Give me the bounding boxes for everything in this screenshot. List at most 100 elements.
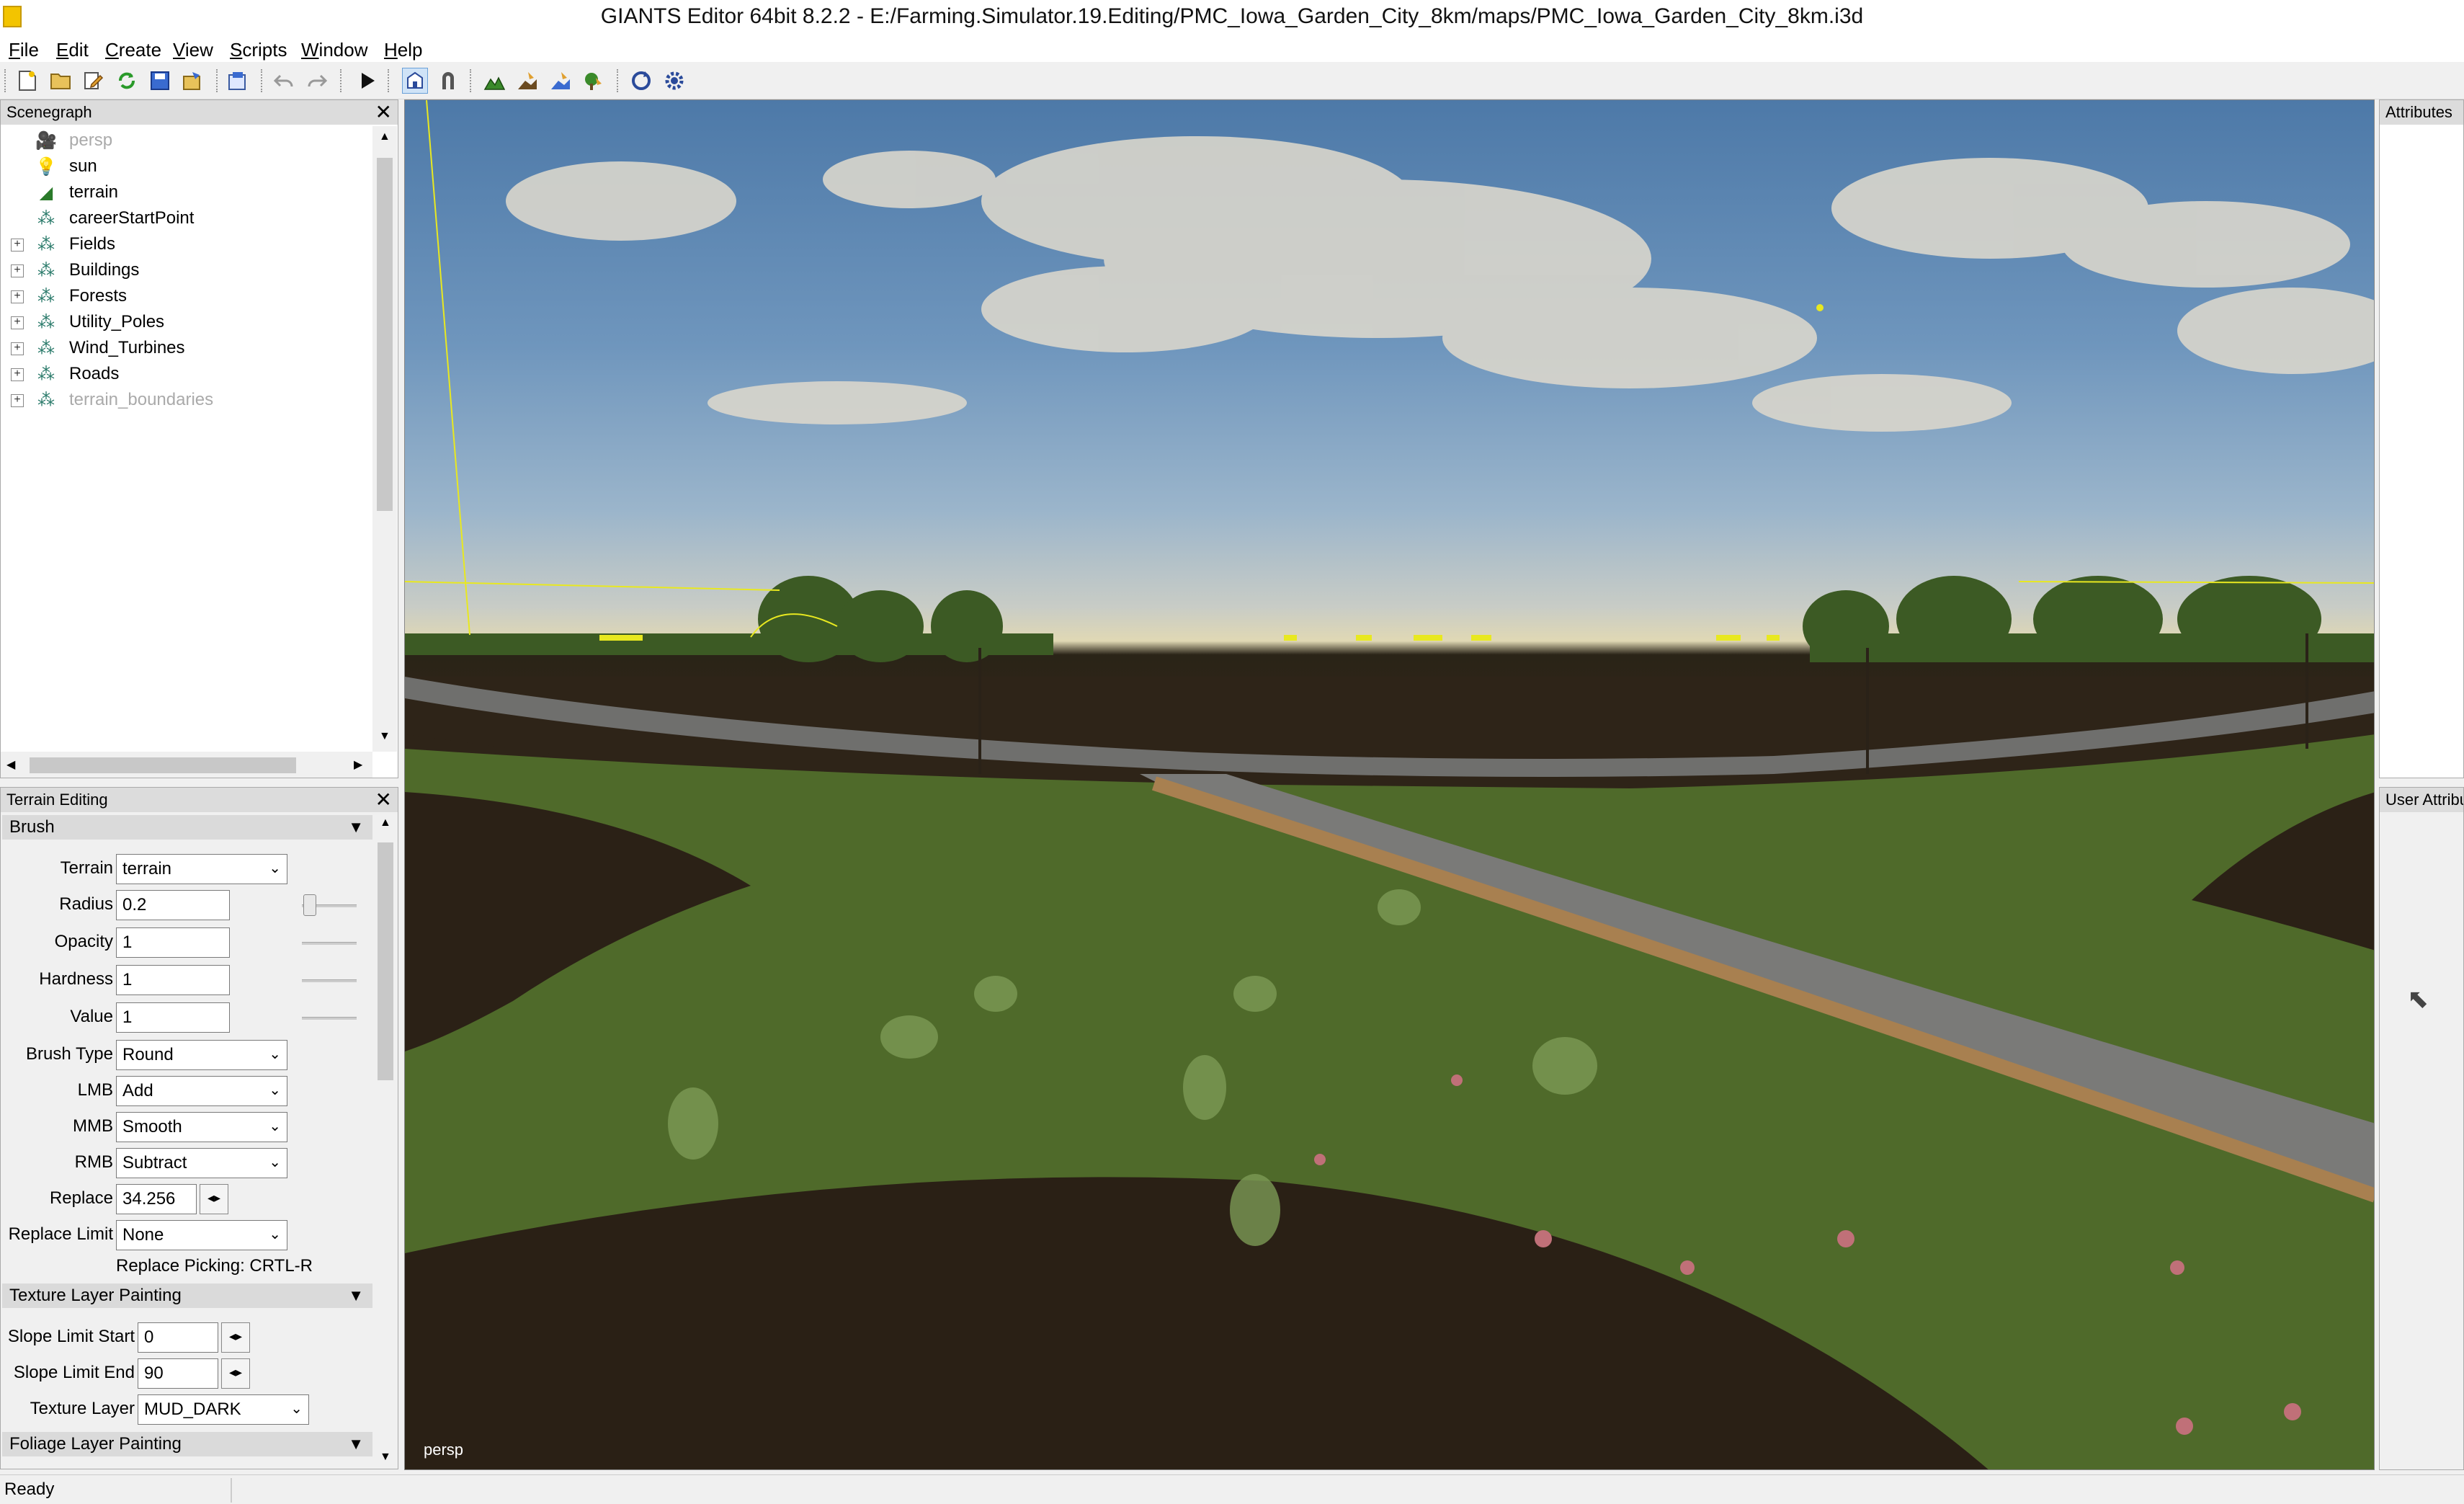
tree-paint-icon[interactable] (581, 68, 607, 94)
scroll-left-icon[interactable]: ◀ (6, 757, 15, 772)
scenegraph-node[interactable]: 💡 sun (1, 153, 368, 179)
replace-stepper[interactable]: ◂▸ (200, 1184, 228, 1214)
scenegraph-node[interactable]: + ⁂ terrain_boundaries (1, 387, 368, 413)
menu-edit[interactable]: Edit (56, 39, 89, 61)
scenegraph-hscrollbar[interactable]: ◀ ▶ (1, 752, 372, 778)
scenegraph-node[interactable]: + ⁂ Fields (1, 231, 368, 257)
menu-help[interactable]: Help (384, 39, 422, 61)
texture-layer-select[interactable]: MUD_DARK ⌄ (138, 1394, 309, 1425)
slope-end-stepper[interactable]: ◂▸ (221, 1358, 250, 1389)
scenegraph-node[interactable]: + ⁂ Wind_Turbines (1, 335, 368, 361)
scroll-right-icon[interactable]: ▶ (354, 757, 362, 772)
slope-limit-end-input[interactable]: 90 (138, 1358, 218, 1389)
terrain-icon: ◢ (39, 182, 53, 203)
chevron-down-icon: ⌄ (269, 1154, 281, 1170)
save-icon[interactable] (147, 68, 173, 94)
replace-limit-select[interactable]: None ⌄ (116, 1220, 287, 1250)
value-slider[interactable] (302, 1017, 357, 1020)
mmb-select[interactable]: Smooth ⌄ (116, 1112, 287, 1142)
scrollbar-thumb[interactable] (377, 158, 393, 511)
scroll-down-icon[interactable]: ▼ (379, 730, 390, 743)
brush-type-select[interactable]: Round ⌄ (116, 1040, 287, 1070)
menu-scripts[interactable]: Scripts (230, 39, 287, 61)
redo-icon[interactable] (304, 68, 330, 94)
foliage-section-header[interactable]: Foliage Layer Painting ▼ (2, 1432, 372, 1456)
value-input[interactable]: 1 (116, 1002, 230, 1033)
slope-start-stepper[interactable]: ◂▸ (221, 1322, 250, 1353)
lmb-label: LMB (77, 1080, 113, 1100)
slope-limit-end-label: Slope Limit End (13, 1363, 135, 1382)
slope-limit-start-input[interactable]: 0 (138, 1322, 218, 1353)
expand-node-icon[interactable]: + (11, 316, 24, 329)
scenegraph-vscrollbar[interactable]: ▲ ▼ (372, 126, 397, 752)
transform-group-icon: ⁂ (37, 208, 55, 228)
scenegraph-node[interactable]: + ⁂ Utility_Poles (1, 309, 368, 335)
radius-slider-handle[interactable] (303, 894, 316, 916)
expand-node-icon[interactable]: + (11, 368, 24, 381)
magnet-icon[interactable] (435, 68, 461, 94)
expand-node-icon[interactable]: + (11, 394, 24, 407)
scenegraph-node[interactable]: 🎥 persp (1, 128, 368, 153)
collapse-arrow-icon[interactable]: ▼ (348, 818, 364, 837)
scenegraph-node[interactable]: + ⁂ Roads (1, 361, 368, 387)
reload-icon[interactable] (114, 68, 140, 94)
expand-node-icon[interactable]: + (11, 239, 24, 252)
terrain-panel-vscrollbar[interactable]: ▲ ▼ (374, 814, 397, 1468)
chevron-down-icon: ⌄ (269, 1046, 281, 1062)
scroll-up-icon[interactable]: ▲ (380, 816, 391, 829)
rmb-select[interactable]: Subtract ⌄ (116, 1148, 287, 1178)
collapse-arrow-icon[interactable]: ▼ (348, 1286, 364, 1305)
attributes-title: Attributes (2385, 103, 2452, 121)
menu-window[interactable]: Window (301, 39, 367, 61)
export-icon[interactable] (180, 68, 206, 94)
texture-layer-label: Texture Layer (30, 1399, 135, 1418)
play-icon[interactable] (354, 68, 380, 94)
status-separator (231, 1478, 232, 1503)
hardness-slider[interactable] (302, 979, 357, 982)
terrain-sculpt-icon[interactable] (481, 68, 507, 94)
scroll-up-icon[interactable]: ▲ (379, 130, 390, 143)
close-icon[interactable]: ✕ (375, 788, 392, 811)
scenegraph-node-label: persp (69, 130, 113, 150)
radius-input[interactable]: 0.2 (116, 890, 230, 920)
replace-input[interactable]: 34.256 (116, 1184, 197, 1214)
3d-viewport[interactable]: persp (404, 99, 2375, 1470)
scroll-down-icon[interactable]: ▼ (380, 1451, 391, 1464)
transform-group-icon: ⁂ (37, 338, 55, 358)
scrollbar-thumb[interactable] (378, 842, 393, 1080)
scenegraph-node[interactable]: ◢ terrain (1, 179, 368, 205)
menu-create[interactable]: Create (105, 39, 161, 61)
open-folder-icon[interactable] (48, 68, 73, 94)
scenegraph-node[interactable]: + ⁂ Buildings (1, 257, 368, 283)
foliage-paint-icon[interactable] (548, 68, 573, 94)
edit-file-icon[interactable] (81, 68, 107, 94)
replace-limit-value: None (122, 1225, 164, 1245)
lmb-select[interactable]: Add ⌄ (116, 1076, 287, 1106)
select-mode-icon[interactable] (402, 68, 428, 94)
import-icon[interactable] (225, 68, 251, 94)
toolbar-separator (388, 69, 389, 92)
menu-view[interactable]: View (173, 39, 213, 61)
menu-file[interactable]: File (9, 39, 39, 61)
opacity-input[interactable]: 1 (116, 927, 230, 958)
toolbar (0, 62, 2464, 99)
expand-node-icon[interactable]: + (11, 342, 24, 355)
texture-section-header[interactable]: Texture Layer Painting ▼ (2, 1283, 372, 1308)
new-file-icon[interactable] (14, 68, 40, 94)
expand-node-icon[interactable]: + (11, 290, 24, 303)
refresh-settings-icon[interactable] (628, 68, 654, 94)
hardness-input[interactable]: 1 (116, 965, 230, 995)
scenegraph-node[interactable]: ⁂ careerStartPoint (1, 205, 368, 231)
close-icon[interactable]: ✕ (375, 100, 392, 124)
texture-paint-icon[interactable] (514, 68, 540, 94)
collapse-arrow-icon[interactable]: ▼ (348, 1435, 364, 1454)
expand-node-icon[interactable]: + (11, 264, 24, 277)
undo-icon[interactable] (271, 68, 297, 94)
scenegraph-node[interactable]: + ⁂ Forests (1, 283, 368, 309)
opacity-slider[interactable] (302, 942, 357, 945)
terrain-select[interactable]: terrain ⌄ (116, 854, 287, 884)
scrollbar-thumb[interactable] (30, 757, 296, 773)
settings-gear-icon[interactable] (661, 68, 687, 94)
brush-section-header[interactable]: Brush ▼ (2, 815, 372, 840)
scenegraph-node-label: Buildings (69, 260, 140, 280)
